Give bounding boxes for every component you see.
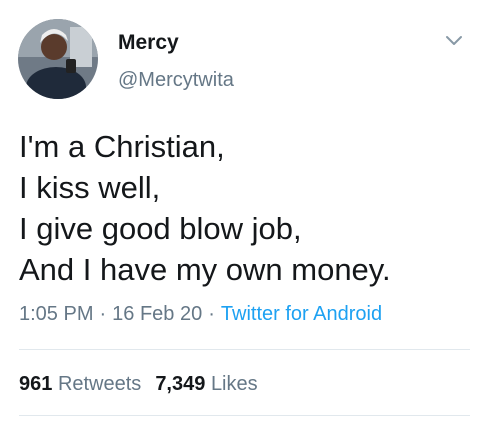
tweet-line: I give good blow job,	[19, 211, 302, 246]
chevron-down-icon[interactable]	[444, 34, 464, 48]
likes-count: 7,349	[155, 373, 206, 395]
tweet-date[interactable]: 16 Feb 20	[112, 303, 202, 325]
tweet-text: I'm a Christian, I kiss well, I give goo…	[19, 126, 469, 290]
tweet-source-link[interactable]: Twitter for Android	[221, 303, 382, 325]
author-handle[interactable]: @Mercytwita	[118, 68, 234, 92]
divider	[19, 415, 470, 416]
author-display-name[interactable]: Mercy	[118, 30, 179, 56]
avatar[interactable]	[18, 19, 98, 99]
divider	[19, 349, 470, 350]
retweets-stat[interactable]: 961 Retweets	[19, 373, 141, 395]
tweet-stats: 961 Retweets 7,349 Likes	[19, 370, 258, 398]
likes-stat[interactable]: 7,349 Likes	[155, 373, 257, 395]
retweets-label: Retweets	[57, 373, 142, 395]
meta-separator: ·	[99, 303, 107, 325]
tweet-line: And I have my own money.	[19, 252, 391, 287]
tweet-meta: 1:05 PM · 16 Feb 20 · Twitter for Android	[19, 300, 382, 328]
tweet-line: I kiss well,	[19, 170, 161, 205]
tweet-line: I'm a Christian,	[19, 129, 225, 164]
likes-label: Likes	[210, 373, 258, 395]
retweets-count: 961	[19, 373, 53, 395]
tweet-time: 1:05 PM	[19, 303, 94, 325]
meta-separator: ·	[208, 303, 215, 325]
